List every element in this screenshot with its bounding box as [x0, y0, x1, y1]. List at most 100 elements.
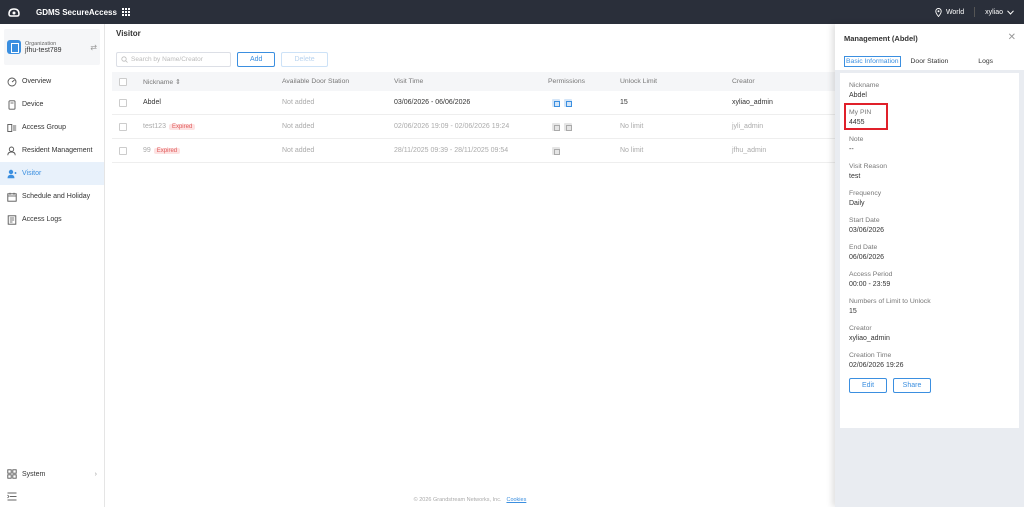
sidebar-item-resident-management[interactable]: Resident Management [0, 139, 104, 162]
qr-permission-icon [564, 98, 572, 107]
table-row[interactable]: Abdel Not added 03/06/2026 - 06/06/2026 … [112, 91, 835, 115]
close-icon[interactable]: ✕ [1008, 32, 1016, 43]
sidebar-item-label: Access Logs [22, 216, 62, 223]
tab-basic-information[interactable]: Basic Information [844, 55, 901, 67]
row-creator: jyli_admin [732, 123, 764, 130]
column-header-creator: Creator [732, 78, 755, 85]
basic-info-card: Nickname Abdel My PIN 4455 Note -- Visit Re… [840, 73, 1019, 428]
pin-permission-icon [552, 122, 560, 131]
field-access-period: Access Period 00:00 - 23:59 [849, 271, 893, 288]
sidebar-item-label: Resident Management [22, 147, 93, 154]
app-grid-icon[interactable] [121, 7, 131, 17]
tab-logs[interactable]: Logs [978, 58, 993, 65]
system-icon [7, 469, 17, 479]
row-door-station: Not added [282, 99, 315, 106]
switch-icon[interactable]: ⇄ [90, 43, 97, 52]
row-nickname-cell: test123 Expired [143, 123, 196, 130]
collapse-icon [7, 492, 17, 500]
column-header-nickname[interactable]: Nickname ⇕ [143, 78, 181, 86]
search-placeholder: Search by Name/Creator [131, 56, 203, 63]
sidebar-item-schedule[interactable]: Schedule and Holiday [0, 185, 104, 208]
sidebar-item-access-logs[interactable]: Access Logs [0, 208, 104, 231]
sidebar-item-label: Overview [22, 78, 52, 85]
sidebar-item-label: System [22, 470, 46, 478]
column-header-visit-time: Visit Time [394, 78, 424, 85]
qr-permission-icon [552, 146, 560, 155]
row-visit-time: 02/06/2026 19:09 - 02/06/2026 19:24 [394, 123, 510, 130]
organization-selector[interactable]: Organization jfhu-test789 ⇄ [4, 29, 100, 65]
sidebar-item-device[interactable]: Device [0, 93, 104, 116]
field-unlock-limit: Numbers of Limit to Unlock 15 [849, 298, 931, 315]
expired-badge: Expired [168, 124, 196, 130]
field-creation-time: Creation Time 02/06/2026 19:26 [849, 352, 904, 369]
row-nickname: 99 [143, 147, 151, 154]
row-door-station: Not added [282, 147, 315, 154]
sidebar-item-system[interactable]: System › [0, 463, 104, 485]
search-icon [121, 56, 128, 63]
row-nickname: test123 [143, 123, 166, 130]
device-icon [7, 99, 17, 110]
expired-badge: Expired [153, 148, 181, 154]
delete-button[interactable]: Delete [281, 52, 328, 67]
sidebar: Organization jfhu-test789 ⇄ Overview Dev… [0, 24, 105, 507]
row-checkbox[interactable] [119, 98, 127, 107]
field-note: Note -- [849, 136, 864, 153]
add-button[interactable]: Add [237, 52, 276, 67]
drawer-title: Management (Abdel) [844, 33, 918, 43]
row-unlock-limit: No limit [620, 123, 644, 130]
row-creator: jfhu_admin [732, 147, 767, 154]
edit-button[interactable]: Edit [849, 378, 887, 393]
access-group-icon [7, 123, 17, 133]
calendar-icon [7, 192, 17, 202]
row-permissions [552, 146, 564, 155]
field-end-date: End Date 06/06/2026 [849, 244, 885, 261]
row-nickname-cell: 99 Expired [143, 147, 181, 154]
toolbar: Search by Name/Creator Add Delete [116, 52, 328, 67]
search-input[interactable]: Search by Name/Creator [116, 52, 231, 67]
row-checkbox[interactable] [119, 122, 127, 131]
field-frequency: Frequency Daily [849, 190, 882, 207]
region-selector[interactable]: World [935, 7, 964, 17]
column-header-door-station: Available Door Station [282, 78, 350, 85]
collapse-sidebar-button[interactable] [0, 485, 104, 507]
sidebar-item-label: Device [22, 101, 44, 108]
table-row[interactable]: 99 Expired Not added 28/11/2025 09:39 - 2… [112, 139, 835, 163]
table-header: Nickname ⇕ Available Door Station Visit … [112, 72, 835, 91]
chevron-right-icon: › [94, 470, 97, 478]
app-title: GDMS SecureAccess [36, 7, 117, 17]
tab-door-station[interactable]: Door Station [911, 58, 949, 65]
copyright-text: © 2026 Grandstream Networks, Inc. [413, 497, 502, 503]
top-bar: GDMS SecureAccess World xyliao [0, 0, 1024, 24]
sidebar-item-overview[interactable]: Overview [0, 70, 104, 93]
divider [974, 7, 976, 17]
select-all-checkbox[interactable] [119, 77, 127, 86]
sidebar-item-access-group[interactable]: Access Group [0, 116, 104, 139]
sidebar-item-visitor[interactable]: Visitor [0, 162, 104, 185]
visitor-table: Nickname ⇕ Available Door Station Visit … [112, 72, 835, 163]
sidebar-item-label: Access Group [22, 124, 66, 131]
user-name: xyliao [985, 8, 1003, 16]
pin-highlight-box [844, 103, 888, 130]
column-header-permissions: Permissions [548, 78, 586, 85]
logs-icon [7, 214, 17, 225]
sort-icon[interactable]: ⇕ [175, 79, 181, 86]
visitor-icon [7, 169, 17, 179]
row-visit-time: 03/06/2026 - 06/06/2026 [394, 99, 471, 106]
organization-name: jfhu-test789 [25, 46, 62, 54]
sidebar-item-label: Visitor [22, 170, 42, 177]
cookies-link[interactable]: Cookies [506, 497, 526, 503]
row-checkbox[interactable] [119, 146, 127, 155]
row-unlock-limit: No limit [620, 147, 644, 154]
row-permissions [552, 98, 576, 107]
user-menu[interactable]: xyliao [985, 9, 1014, 16]
share-button[interactable]: Share [893, 378, 931, 393]
field-nickname: Nickname Abdel [849, 82, 880, 99]
row-nickname: Abdel [143, 99, 161, 106]
table-row[interactable]: test123 Expired Not added 02/06/2026 19:0… [112, 115, 835, 139]
gdms-logo-icon[interactable] [6, 6, 22, 18]
chevron-down-icon [1007, 9, 1014, 15]
row-unlock-limit: 15 [620, 99, 628, 106]
column-header-unlock-limit: Unlock Limit [620, 78, 658, 85]
drawer-header: Management (Abdel) ✕ [835, 24, 1024, 52]
location-pin-icon [935, 7, 942, 17]
